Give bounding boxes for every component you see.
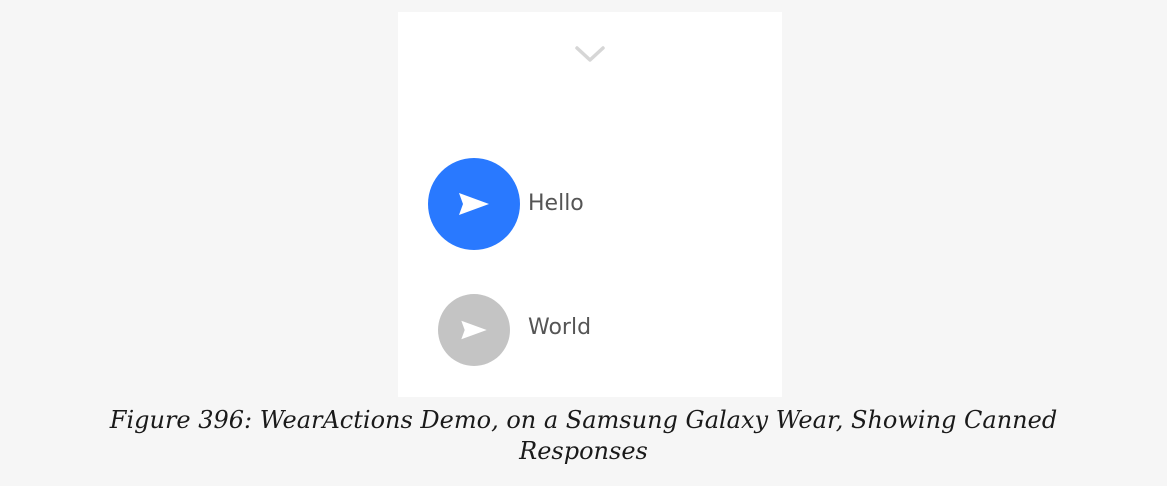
caption-line: Figure 396: WearActions Demo, on a Samsu… bbox=[109, 406, 1058, 434]
watch-screen: Hello World bbox=[398, 12, 782, 397]
send-icon bbox=[459, 193, 489, 215]
send-button[interactable] bbox=[438, 294, 510, 366]
caption-line: Responses bbox=[519, 437, 648, 465]
send-button[interactable] bbox=[428, 158, 520, 250]
reply-item-world[interactable]: World bbox=[398, 282, 782, 374]
chevron-down-icon[interactable] bbox=[573, 42, 607, 66]
send-icon bbox=[461, 320, 487, 340]
reply-label: Hello bbox=[528, 191, 584, 216]
reply-label: World bbox=[528, 315, 592, 340]
figure-caption: Figure 396: WearActions Demo, on a Samsu… bbox=[0, 405, 1167, 467]
reply-item-hello[interactable]: Hello bbox=[398, 158, 782, 250]
